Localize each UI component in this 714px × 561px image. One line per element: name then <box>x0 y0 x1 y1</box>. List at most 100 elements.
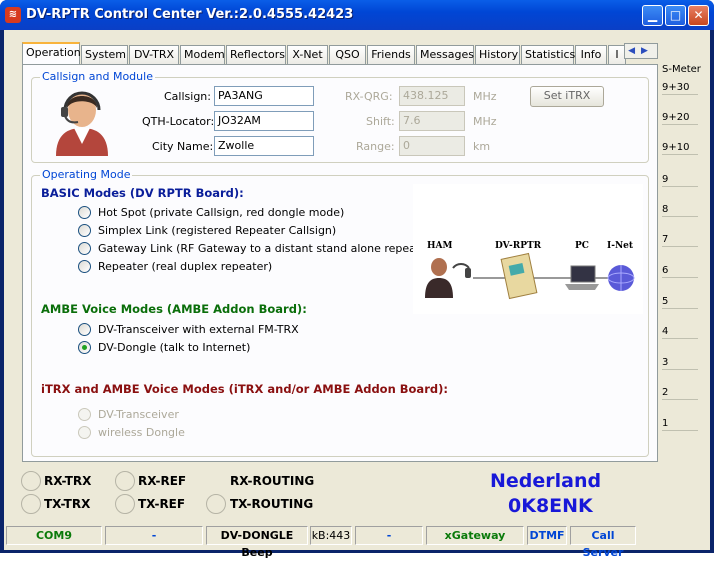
tx-routing-led <box>206 494 226 514</box>
rx-trx-led <box>21 471 41 491</box>
range-label: Range: <box>356 140 395 153</box>
gateway-link-label: Gateway Link (RF Gateway to a distant st… <box>98 242 436 255</box>
status-dongle: DV-DONGLE Beep <box>206 526 308 559</box>
callsign-group-title: Callsign and Module <box>40 70 155 83</box>
callsign-group: Callsign and Module Callsign: PA3ANG QTH… <box>31 70 649 163</box>
simplex-link-label: Simplex Link (registered Repeater Callsi… <box>98 224 337 237</box>
close-button[interactable]: ✕ <box>688 5 709 26</box>
globe-icon <box>607 265 635 291</box>
repeater-label: Repeater (real duplex repeater) <box>98 260 273 273</box>
wireless-dongle-label: wireless Dongle <box>98 426 185 439</box>
itrx-dv-transceiver-label: DV-Transceiver <box>98 408 179 421</box>
s-meter-level: 9 <box>662 174 698 187</box>
dv-transceiver-fm-label: DV-Transceiver with external FM-TRX <box>98 323 299 336</box>
radio-hot-spot[interactable] <box>78 206 91 219</box>
tab-dv-trx[interactable]: DV-TRX <box>129 45 179 64</box>
rxqrg-field[interactable]: 438.125 <box>399 86 465 106</box>
s-meter-title: S-Meter <box>662 64 701 75</box>
s-meter-level: 9+10 <box>662 142 698 155</box>
rxqrg-label: RX-QRG: <box>345 90 393 103</box>
status-com-port: COM9 <box>6 526 102 545</box>
chevron-right-icon[interactable]: ▶ <box>641 46 654 56</box>
qth-locator-field[interactable]: JO32AM <box>214 111 314 131</box>
range-unit: km <box>473 140 491 153</box>
s-meter-level: 9+30 <box>662 82 698 95</box>
tx-routing-label: TX-ROUTING <box>230 497 314 511</box>
tab-qso[interactable]: QSO <box>329 45 366 64</box>
radio-itrx-dv-transceiver[interactable] <box>78 408 91 421</box>
callsign-field[interactable]: PA3ANG <box>214 86 314 106</box>
ambe-modes-heading: AMBE Voice Modes (AMBE Addon Board): <box>41 302 307 316</box>
status-gateway: xGateway <box>426 526 524 545</box>
reflector-label: 0K8ENK <box>508 495 593 517</box>
radio-simplex-link[interactable] <box>78 224 91 237</box>
tx-trx-led <box>21 494 41 514</box>
city-label: City Name: <box>152 140 214 153</box>
operation-panel: Callsign and Module Callsign: PA3ANG QTH… <box>22 64 658 462</box>
radio-dv-dongle[interactable] <box>78 341 91 354</box>
chevron-left-icon[interactable]: ◀ <box>628 46 641 56</box>
status-dtmf: DTMF <box>527 526 567 545</box>
basic-modes-heading: BASIC Modes (DV RPTR Board): <box>41 186 244 200</box>
rx-routing-label: RX-ROUTING <box>230 474 315 488</box>
tab-history[interactable]: History <box>475 45 520 64</box>
shift-label: Shift: <box>366 115 395 128</box>
tab-modem[interactable]: Modem <box>180 45 225 64</box>
status-field-6: - <box>355 526 423 545</box>
shift-unit: MHz <box>473 115 497 128</box>
antenna-icon: ≋ <box>5 7 21 23</box>
tab-x-net[interactable]: X-Net <box>287 45 328 64</box>
hot-spot-label: Hot Spot (private Callsign, red dongle m… <box>98 206 345 219</box>
title-bar: ≋ DV-RPTR Control Center Ver.:2.0.4555.4… <box>0 0 714 30</box>
s-meter-level: 8 <box>662 204 698 217</box>
status-kb: kB:443 <box>310 526 352 545</box>
tab-messages[interactable]: Messages <box>416 45 474 64</box>
tx-trx-label: TX-TRX <box>44 497 91 511</box>
callsign-label: Callsign: <box>164 90 211 103</box>
shift-field[interactable]: 7.6 <box>399 111 465 131</box>
tab-reflectors[interactable]: Reflectors <box>226 45 286 64</box>
minimize-button[interactable]: ▁ <box>642 5 663 26</box>
tab-statistics[interactable]: Statistics <box>521 45 575 64</box>
ham-person-icon <box>425 258 471 298</box>
s-meter-level: 7 <box>662 234 698 247</box>
maximize-button[interactable]: □ <box>665 5 686 26</box>
operating-mode-title: Operating Mode <box>40 168 133 181</box>
tab-system[interactable]: System <box>81 45 128 64</box>
dvrptr-board-icon <box>500 252 538 300</box>
tab-info[interactable]: Info <box>575 45 607 64</box>
client-area: Operation System DV-TRX Modem Reflectors… <box>4 30 710 559</box>
operating-mode-group: Operating Mode BASIC Modes (DV RPTR Boar… <box>31 168 649 457</box>
qth-label: QTH-Locator: <box>142 115 215 128</box>
s-meter-level: 9+20 <box>662 112 698 125</box>
rx-ref-label: RX-REF <box>138 474 187 488</box>
radio-repeater[interactable] <box>78 260 91 273</box>
itrx-modes-heading: iTRX and AMBE Voice Modes (iTRX and/or A… <box>41 382 448 396</box>
operator-headset-icon <box>56 91 108 156</box>
s-meter-level: 2 <box>662 387 698 400</box>
radio-wireless-dongle[interactable] <box>78 426 91 439</box>
status-field-2: - <box>105 526 203 545</box>
status-call-server: Call Server <box>570 526 636 559</box>
tab-scroll-arrows[interactable]: ◀▶ <box>624 43 658 59</box>
rx-ref-led <box>115 471 135 491</box>
tab-friends[interactable]: Friends <box>367 45 415 64</box>
s-meter-level: 1 <box>662 418 698 431</box>
range-field[interactable]: 0 <box>399 136 465 156</box>
radio-dv-transceiver-fm[interactable] <box>78 323 91 336</box>
s-meter-level: 3 <box>662 357 698 370</box>
country-label: Nederland <box>490 470 602 492</box>
s-meter-level: 6 <box>662 265 698 278</box>
tab-operation[interactable]: Operation <box>22 42 81 64</box>
dv-dongle-label: DV-Dongle (talk to Internet) <box>98 341 251 354</box>
rxqrg-unit: MHz <box>473 90 497 103</box>
diagram-graphics <box>425 252 635 300</box>
set-itrx-button[interactable]: Set iTRX <box>530 86 604 107</box>
radio-gateway-link[interactable] <box>78 242 91 255</box>
s-meter-level: 4 <box>662 326 698 339</box>
tx-ref-label: TX-REF <box>138 497 186 511</box>
rx-trx-label: RX-TRX <box>44 474 92 488</box>
s-meter-level: 5 <box>662 296 698 309</box>
main-window: ≋ DV-RPTR Control Center Ver.:2.0.4555.4… <box>0 0 714 559</box>
city-name-field[interactable]: Zwolle <box>214 136 314 156</box>
